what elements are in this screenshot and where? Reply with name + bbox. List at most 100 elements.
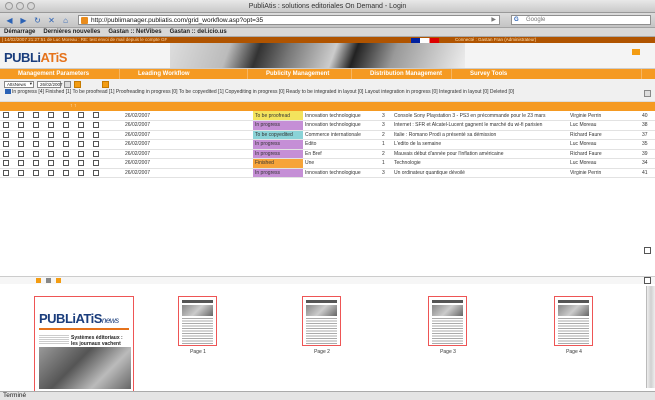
grid-column-header[interactable]: ↑ ↑ [0,102,655,111]
table-row[interactable]: 26/02/2007 Finished Une 1 Technologie Luc Mor… [0,158,655,169]
table-row[interactable]: 26/02/2007 In progress Innovation technolo… [0,168,655,178]
logout-icon[interactable] [632,49,640,55]
edit-icon[interactable] [3,141,9,148]
delete-icon[interactable] [93,122,99,129]
view-icon[interactable] [18,131,24,138]
preview-zoom-icon[interactable] [36,278,41,283]
delete-icon[interactable] [93,160,99,167]
edit-icon[interactable] [3,169,9,176]
zoom-window-button[interactable] [27,2,35,10]
print-icon[interactable] [644,90,651,97]
grid-options-icon[interactable] [644,247,651,254]
cover-preview[interactable]: PUBLiATiSnews Systèmes éditoriaux : les … [34,296,134,392]
print-icon[interactable] [63,150,69,157]
row-title[interactable]: Console Sony Playstation 3 - PS3 en préc… [392,111,568,121]
page-thumbnail-2[interactable] [302,296,341,346]
back-icon[interactable]: ◀ [4,15,15,25]
publication-select[interactable]: AttsNews [4,80,34,88]
date-input[interactable]: 26/02/2007 [37,80,63,88]
notes-icon[interactable] [48,141,54,148]
window-controls[interactable] [5,2,35,10]
print-icon[interactable] [63,169,69,176]
status-badge[interactable]: To be copyedited [253,130,303,140]
table-row[interactable]: 26/02/2007 In progress En Bref 2 Mauvais déb… [0,149,655,159]
preview-page-icon[interactable] [46,278,51,283]
bookmark-item[interactable]: Gastan :: del.icio.us [170,29,227,35]
history-icon[interactable] [33,160,39,167]
print-icon[interactable] [63,131,69,138]
files-icon[interactable] [78,169,84,176]
url-bar[interactable]: http://publimanager.publiatis.com/grid_w… [78,15,500,25]
print-icon[interactable] [63,122,69,129]
page-thumbnail-4[interactable] [554,296,593,346]
calendar-icon[interactable] [64,80,71,88]
view-icon[interactable] [18,112,24,119]
print-icon[interactable] [63,141,69,148]
history-icon[interactable] [33,112,39,119]
view-icon[interactable] [18,141,24,148]
menu-publicity-management[interactable]: Publicity Management [248,69,352,79]
files-icon[interactable] [78,160,84,167]
row-title[interactable]: Italie : Romano Prodi a présenté sa démi… [392,130,568,140]
history-icon[interactable] [33,141,39,148]
files-icon[interactable] [78,131,84,138]
menu-management-parameters[interactable]: Management Parameters [0,69,120,79]
add-article-button[interactable] [102,80,109,88]
edit-icon[interactable] [3,131,9,138]
page-thumbnail-1[interactable] [178,296,217,346]
print-icon[interactable] [63,160,69,167]
notes-icon[interactable] [48,169,54,176]
preview-scrollbar[interactable] [646,286,655,388]
status-badge[interactable]: In progress [253,139,303,150]
files-icon[interactable] [78,112,84,119]
status-badge[interactable]: To be proofread [253,111,303,121]
notes-icon[interactable] [48,131,54,138]
status-icon[interactable] [5,89,11,95]
delete-icon[interactable] [93,169,99,176]
delete-icon[interactable] [93,141,99,148]
search-input[interactable]: G Google [511,15,651,25]
minimize-window-button[interactable] [16,2,24,10]
preview-options-icon[interactable] [644,277,651,284]
delete-icon[interactable] [93,112,99,119]
table-row[interactable]: 26/02/2007 To be proofread Innovation tech… [0,111,655,121]
delete-icon[interactable] [93,131,99,138]
view-icon[interactable] [18,150,24,157]
home-icon[interactable]: ⌂ [60,15,71,25]
forward-icon[interactable]: ▶ [18,15,29,25]
notes-icon[interactable] [48,150,54,157]
menu-distribution-management[interactable]: Distribution Management [352,69,452,79]
view-icon[interactable] [18,160,24,167]
view-icon[interactable] [18,122,24,129]
status-badge[interactable]: In progress [253,149,303,159]
history-icon[interactable] [33,122,39,129]
files-icon[interactable] [78,122,84,129]
stop-icon[interactable]: ✕ [46,15,57,25]
status-badge[interactable]: Finished [253,158,303,169]
edit-icon[interactable] [3,150,9,157]
status-badge[interactable]: In progress [253,168,303,178]
close-window-button[interactable] [5,2,13,10]
table-row[interactable]: 26/02/2007 To be copyedited Commerce inter… [0,130,655,140]
bookmark-item[interactable]: Dernières nouvelles [43,29,100,35]
view-icon[interactable] [18,169,24,176]
row-title[interactable]: Mauvais début d'année pour l'inflation a… [392,149,568,159]
bookmark-item[interactable]: Démarrage [4,29,35,35]
status-badge[interactable]: In progress [253,120,303,131]
last-message[interactable]: | 14/02/2007 21:27:51 de Luc Moreau : RE… [2,37,167,42]
delete-icon[interactable] [93,150,99,157]
notes-icon[interactable] [48,160,54,167]
print-icon[interactable] [63,112,69,119]
history-icon[interactable] [33,131,39,138]
search-button[interactable] [74,80,81,88]
notes-icon[interactable] [48,112,54,119]
table-row[interactable]: 26/02/2007 In progress Innovation technolo… [0,120,655,131]
notes-icon[interactable] [48,122,54,129]
status-counts-text[interactable]: In progress [4] Finished [1] To be proof… [12,89,514,95]
row-title[interactable]: Technologie [392,158,568,169]
table-row[interactable]: 26/02/2007 In progress Edito 1 L'edito de la… [0,139,655,150]
menu-leading-workflow[interactable]: Leading Workflow [120,69,248,79]
reload-icon[interactable]: ↻ [32,15,43,25]
row-title[interactable]: Internet : SFR et Alcatel-Lucent gagnent… [392,120,568,131]
row-title[interactable]: Un ordinateur quantique dévoilé [392,168,568,178]
